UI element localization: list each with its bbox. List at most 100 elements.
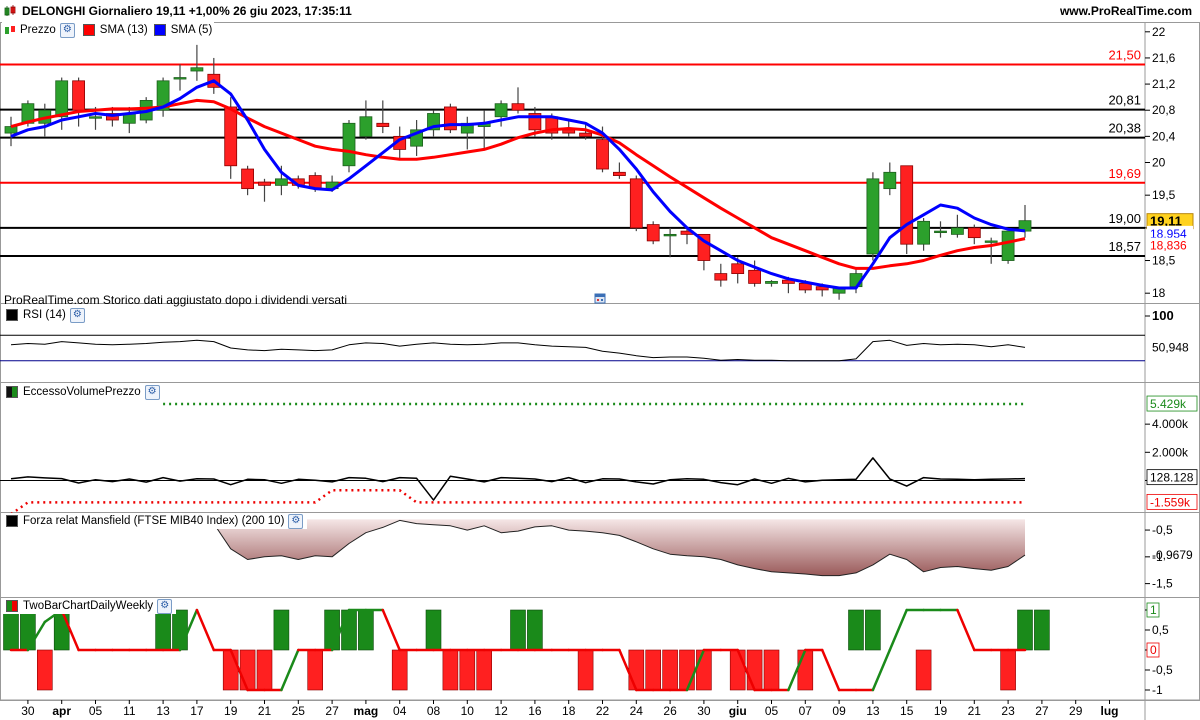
eccesso-last-label: -1.559k (1150, 495, 1191, 509)
price-axis-label: 21,6 (1152, 51, 1176, 65)
eccesso-last-label: 5.429k (1150, 397, 1187, 411)
twobar-bar (155, 609, 171, 651)
wrench-icon[interactable]: ⚙ (144, 384, 160, 400)
price-axis-label: 18 (1152, 286, 1166, 300)
x-axis-label: 24 (630, 704, 644, 718)
twobar-zero-label: 0 (1150, 643, 1157, 657)
candle-body (900, 165, 914, 245)
wrench-icon[interactable]: ⚙ (69, 307, 85, 323)
twobar-bar (172, 609, 188, 651)
forza-legend: Forza relat Mansfield (FTSE MIB40 Index)… (2, 513, 308, 529)
candle-body (984, 240, 998, 243)
x-axis-label: 05 (89, 704, 103, 718)
rsi-legend-label: RSI (14) (23, 309, 66, 321)
twobar-bar (459, 649, 476, 691)
rsi-legend: RSI (14) ⚙ (2, 307, 89, 323)
eccesso-swatch (6, 386, 18, 398)
twobar-line-segment (280, 648, 300, 692)
chart-window: DELONGHI Giornaliero 19,11 +1,00% 26 giu… (0, 0, 1200, 720)
candle-body (917, 220, 930, 245)
sma5-swatch (153, 24, 166, 36)
eccesso-axis-label: 4.000k (1152, 417, 1189, 431)
eccesso-legend-label: EccessoVolumePrezzo (23, 386, 141, 398)
twobar-bar (577, 649, 594, 691)
twobar-bar (476, 649, 493, 691)
candle-body (883, 171, 897, 190)
price-axis-label: 19,5 (1152, 188, 1176, 202)
price-axis-label: 20,8 (1152, 103, 1176, 117)
candlestick-icon (5, 26, 15, 34)
twobar-bar (1017, 609, 1033, 651)
twobar-bar (307, 649, 324, 691)
twobar-bar (442, 649, 459, 691)
level-label: 19,00 (1108, 211, 1141, 226)
x-axis-label: lug (1101, 704, 1119, 718)
x-axis-label: 19 (224, 704, 238, 718)
x-axis-label: 15 (900, 704, 914, 718)
x-axis-label: 13 (866, 704, 880, 718)
x-axis-label: 30 (697, 704, 711, 718)
chart-canvas[interactable]: 22 21,6 21,2 20,8 20,4 20 19,5 19 18,5 18 21,50 20,… (0, 0, 1200, 720)
twobar-line-segment (195, 608, 216, 652)
twobar-bar (341, 609, 357, 651)
forza-axis-label: -1,5 (1152, 577, 1173, 591)
twobar-line-segment (820, 648, 841, 692)
x-axis-label: 29 (1069, 704, 1083, 718)
twobar-bar (865, 609, 881, 651)
candle-body (241, 168, 255, 190)
x-axis-label: 05 (765, 704, 779, 718)
x-axis-label: 21 (258, 704, 272, 718)
twobar-bar (729, 649, 746, 691)
x-axis-label: 08 (427, 704, 441, 718)
twobar-bar (645, 649, 662, 691)
twobar-bar (358, 609, 374, 651)
x-axis-label: 27 (325, 704, 339, 718)
twobar-swatch (6, 600, 18, 612)
twobar-bar (696, 649, 712, 691)
panel-frame (0, 303, 1200, 383)
twobar-bar (222, 649, 239, 691)
wrench-icon[interactable]: ⚙ (288, 513, 304, 529)
level-label: 20,81 (1108, 93, 1141, 108)
twobar-bar (628, 649, 645, 691)
twobar-bar (3, 609, 19, 651)
candle-body (173, 77, 187, 80)
candle-body (646, 224, 660, 242)
forza-last-label: -0,9679 (1152, 548, 1193, 562)
forza-swatch (6, 515, 18, 527)
x-axis-label: giu (729, 704, 747, 718)
level-label: 19,69 (1108, 166, 1141, 181)
twobar-bar (273, 609, 290, 651)
twobar-bar (763, 649, 780, 691)
twobar-axis-label: -0,5 (1152, 663, 1173, 677)
candle-body (55, 80, 69, 118)
wrench-icon[interactable]: ⚙ (157, 598, 173, 614)
twobar-bar (1000, 649, 1016, 691)
wrench-icon[interactable]: ⚙ (59, 22, 75, 38)
twobar-bar (510, 609, 526, 651)
eccesso-lower-dotted-line (10, 489, 1025, 516)
candle-body (274, 178, 288, 186)
calendar-icon[interactable] (594, 292, 606, 304)
candle-body (765, 281, 778, 284)
candle-body (511, 103, 525, 111)
rsi-swatch (6, 309, 18, 321)
x-axis-label: 18 (562, 704, 576, 718)
candle-body (224, 106, 238, 167)
twobar-line-segment (381, 608, 401, 652)
candle-body (376, 122, 390, 127)
candle-body (866, 178, 880, 255)
x-axis-label: 16 (528, 704, 542, 718)
sma5-legend-label: SMA (5) (170, 24, 213, 36)
twobar-bar (1034, 609, 1050, 651)
twobar-bar (527, 609, 543, 651)
eccesso-last-label: 128.128 (1150, 471, 1194, 485)
eccesso-line (10, 457, 1026, 501)
eccesso-axis-label: 2.000k (1152, 445, 1189, 459)
x-axis-label: 21 (968, 704, 982, 718)
twobar-bar (848, 609, 864, 651)
rsi-axis-label: 100 (1152, 308, 1174, 323)
twobar-bar (256, 649, 273, 691)
candle-body (494, 103, 508, 118)
price-axis-label: 22 (1152, 25, 1166, 39)
